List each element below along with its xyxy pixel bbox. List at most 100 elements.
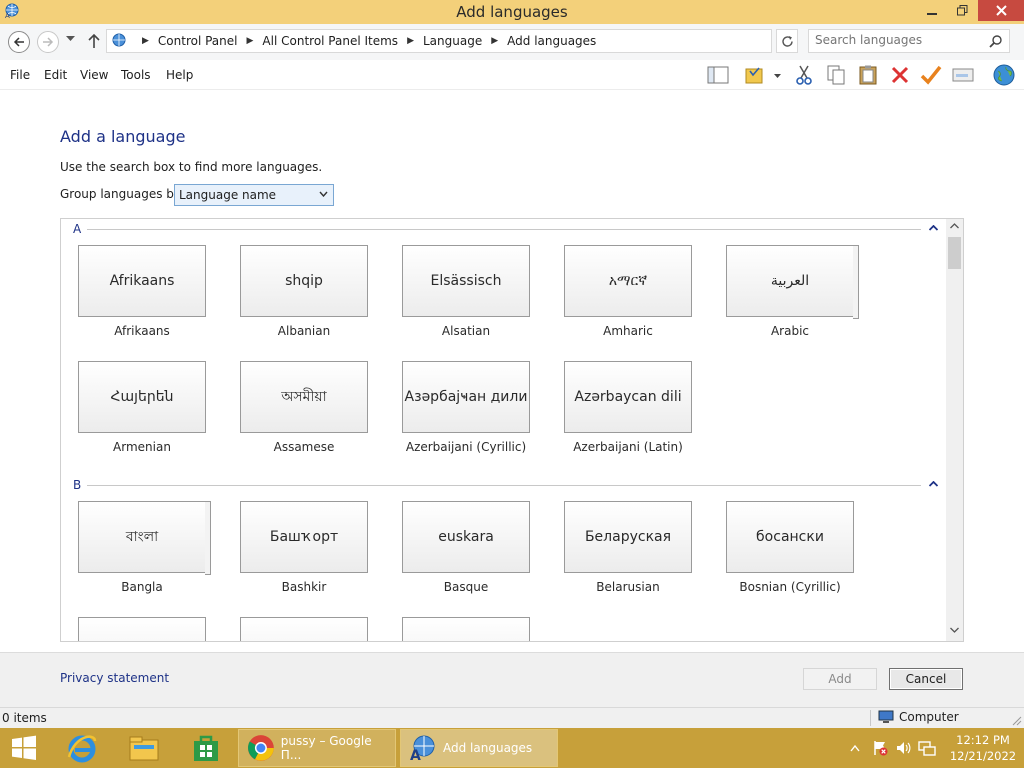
language-caption: Bangla — [121, 580, 163, 594]
language-tile-azerbaijani-latin[interactable]: Azərbaycan dili — [564, 361, 692, 433]
menu-help[interactable]: Help — [166, 68, 193, 82]
language-tile-bashkir[interactable]: Башҡорт — [240, 501, 368, 573]
add-button[interactable]: Add — [803, 668, 877, 690]
section-header-b[interactable]: B — [73, 478, 81, 492]
resize-grip-icon[interactable] — [1012, 716, 1022, 726]
menu-view[interactable]: View — [80, 68, 108, 82]
cancel-button[interactable]: Cancel — [889, 668, 963, 690]
globe-icon — [993, 64, 1015, 86]
language-tile-partial[interactable] — [402, 617, 530, 641]
language-tile-afrikaans[interactable]: Afrikaans — [78, 245, 206, 317]
language-tile-partial[interactable] — [240, 617, 368, 641]
taskbar-chrome-window[interactable]: pussy – Google П... — [238, 729, 396, 767]
properties-button[interactable] — [950, 64, 976, 86]
section-header-a[interactable]: A — [73, 222, 81, 236]
language-caption: Bosnian (Cyrillic) — [739, 580, 841, 594]
breadcrumb-separator-icon: ▶ — [142, 36, 149, 46]
file-explorer-icon — [129, 736, 159, 761]
paste-icon — [859, 65, 877, 85]
scroll-down-icon[interactable] — [950, 627, 959, 633]
start-button[interactable] — [0, 728, 48, 768]
breadcrumb-separator-icon[interactable]: ▶ — [407, 36, 414, 46]
language-caption: Bashkir — [281, 580, 327, 594]
globe-button[interactable] — [991, 64, 1017, 86]
menu-tools[interactable]: Tools — [121, 68, 151, 82]
language-tile-basque[interactable]: euskara — [402, 501, 530, 573]
refresh-button[interactable] — [776, 29, 798, 53]
language-tile-alsatian[interactable]: Elsässisch — [402, 245, 530, 317]
properties-icon — [952, 68, 974, 82]
restore-button[interactable] — [948, 0, 976, 21]
delete-icon — [891, 66, 909, 84]
group-by-select[interactable]: Language name — [174, 184, 334, 206]
copy-button[interactable] — [823, 64, 849, 86]
privacy-statement-link[interactable]: Privacy statement — [60, 671, 169, 685]
folder-options-icon — [745, 67, 781, 84]
up-arrow-icon[interactable] — [88, 33, 100, 49]
store-icon — [194, 735, 218, 761]
menu-edit[interactable]: Edit — [44, 68, 67, 82]
taskbar-chrome-label: pussy – Google П... — [280, 734, 372, 762]
language-tile-arabic[interactable]: العربية — [726, 245, 859, 319]
collapse-section-icon[interactable] — [929, 225, 938, 231]
breadcrumb-all-items[interactable]: All Control Panel Items — [262, 34, 398, 48]
breadcrumb-language[interactable]: Language — [423, 34, 482, 48]
language-tile-bangla[interactable]: বাংলা — [78, 501, 211, 575]
breadcrumb-add-languages[interactable]: Add languages — [507, 34, 596, 48]
taskbar-add-languages-window[interactable]: A Add languages — [400, 729, 558, 767]
recent-locations-chevron-icon[interactable] — [66, 36, 75, 42]
search-hint: Use the search box to find more language… — [60, 160, 323, 174]
breadcrumb-separator-icon[interactable]: ▶ — [491, 36, 498, 46]
vertical-scrollbar[interactable] — [946, 219, 963, 641]
action-center-flag-icon[interactable] — [872, 740, 888, 756]
windows-logo-icon — [12, 735, 36, 760]
close-button[interactable] — [978, 0, 1024, 21]
language-caption: Arabic — [770, 324, 810, 338]
language-tile-armenian[interactable]: Հայերեն — [78, 361, 206, 433]
language-tile-bosnian-cyrillic[interactable]: босански — [726, 501, 854, 573]
language-tile-azerbaijani-cyrillic[interactable]: Азәрбајҹан дили — [402, 361, 530, 433]
menu-file[interactable]: File — [10, 68, 30, 82]
close-icon — [995, 5, 1007, 16]
collapse-section-icon[interactable] — [929, 481, 938, 487]
show-hidden-icons-icon[interactable] — [850, 744, 860, 752]
search-input[interactable] — [815, 33, 985, 47]
language-tile-belarusian[interactable]: Беларуская — [564, 501, 692, 573]
language-caption: Belarusian — [596, 580, 660, 594]
layout-pane-icon — [707, 66, 729, 84]
language-tile-assamese[interactable]: অসমীয়া — [240, 361, 368, 433]
address-row: ▶ Control Panel ▶ All Control Panel Item… — [0, 24, 1024, 60]
minimize-button[interactable] — [918, 0, 946, 21]
language-caption: Assamese — [273, 440, 335, 454]
checkmark-button[interactable] — [918, 64, 944, 86]
forward-button[interactable] — [37, 31, 59, 53]
clock[interactable]: 12:12 PM 12/21/2022 — [948, 732, 1018, 764]
folder-options-button[interactable] — [742, 64, 782, 86]
language-tile-partial[interactable] — [78, 617, 206, 641]
volume-icon[interactable] — [895, 740, 911, 756]
language-tile-albanian[interactable]: shqip — [240, 245, 368, 317]
paste-button[interactable] — [855, 64, 881, 86]
breadcrumb-control-panel[interactable]: Control Panel — [158, 34, 238, 48]
network-icon[interactable] — [918, 740, 936, 756]
cut-button[interactable] — [791, 64, 817, 86]
delete-button[interactable] — [887, 64, 913, 86]
title-bar: A Add languages — [0, 0, 1024, 24]
status-zone: Computer — [878, 710, 959, 724]
file-explorer-button[interactable] — [118, 728, 170, 768]
layout-pane-button[interactable] — [705, 64, 731, 86]
arrow-left-icon — [13, 37, 24, 47]
scrollbar-thumb[interactable] — [948, 237, 961, 269]
language-tile-amharic[interactable]: አማርኛ — [564, 245, 692, 317]
store-button[interactable] — [180, 728, 232, 768]
search-box[interactable] — [808, 29, 1010, 53]
group-by-label: Group languages by: — [60, 187, 185, 201]
internet-explorer-button[interactable] — [56, 728, 108, 768]
breadcrumb-separator-icon[interactable]: ▶ — [247, 36, 254, 46]
scroll-up-icon[interactable] — [950, 223, 959, 229]
status-bar: 0 items Computer — [0, 707, 1024, 728]
search-icon[interactable] — [989, 34, 1003, 48]
taskbar: pussy – Google П... A Add languages 12:1… — [0, 728, 1024, 768]
address-bar[interactable]: ▶ Control Panel ▶ All Control Panel Item… — [106, 29, 871, 53]
back-button[interactable] — [8, 31, 30, 53]
